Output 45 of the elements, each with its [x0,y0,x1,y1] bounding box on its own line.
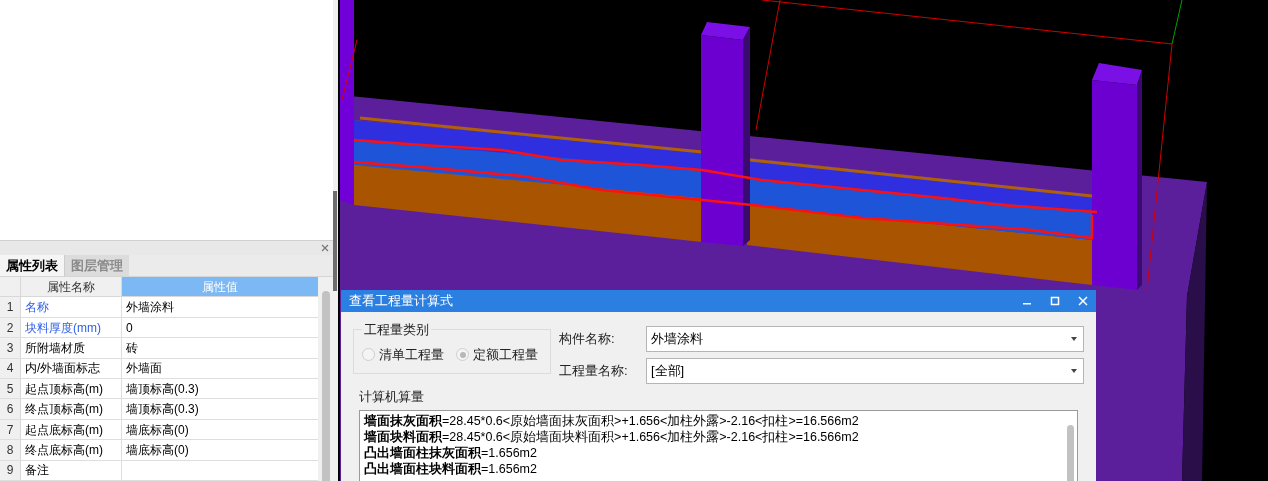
dialog-title: 查看工程量计算式 [349,292,454,310]
splitter[interactable] [333,0,338,481]
section-label: 计算机算量 [358,387,425,406]
dropdown-field[interactable]: 外墙涂料 [646,325,1084,352]
row-number: 8 [0,440,21,460]
row-number: 6 [0,399,21,419]
row-number: 3 [0,338,21,358]
property-value[interactable]: 墙底标高(0) [122,440,318,460]
row-number: 5 [0,379,21,399]
property-name: 终点底标高(m) [21,440,122,460]
row-number: 1 [0,297,21,317]
scrollbar[interactable] [318,277,333,481]
property-value[interactable]: 砖 [122,338,318,358]
property-value[interactable]: 0 [122,317,318,338]
field-label: 工程量名称: [559,361,629,380]
property-name: 起点底标高(m) [21,419,122,440]
radio-option[interactable]: 清单工程量 [362,345,444,365]
property-value[interactable]: 外墙面 [122,358,318,379]
property-value[interactable]: 墙顶标高(0.3) [122,399,318,419]
property-name: 起点顶标高(m) [21,379,122,399]
property-name: 内/外墙面标志 [21,358,122,379]
group-label: 工程量类别 [363,320,430,339]
maximize-icon[interactable] [1050,295,1060,306]
radio-option[interactable]: 定额工程量 [456,345,538,365]
dropdown-arrow-icon [1071,368,1077,373]
property-name: 所附墙材质 [21,338,122,358]
formula-line: 凸出墙面柱块料面积=1.656m2 [364,461,538,477]
property-value[interactable]: 外墙涂料 [122,297,318,317]
property-name: 名称 [21,297,122,317]
radio-button[interactable] [362,348,375,362]
close-icon[interactable] [321,244,329,252]
property-value[interactable]: 墙顶标高(0.3) [122,379,318,399]
property-name: 终点顶标高(m) [21,399,122,419]
formula-line: 墙面抹灰面积=28.45*0.6<原始墙面抹灰面积>+1.656<加柱外露>-2.16<扣柱>=16.566m2 [364,413,860,429]
property-name: 块料厚度(mm) [21,317,122,338]
dropdown-field[interactable]: [全部] [646,357,1084,384]
property-value[interactable]: 墙底标高(0) [122,419,318,440]
column-header: 属性值 [122,277,318,297]
panel-tab[interactable]: 属性列表 [0,255,65,276]
field-label: 构件名称: [559,329,616,348]
radio-button[interactable] [456,348,469,362]
formula-line: 墙面块料面积=28.45*0.6<原始墙面块料面积>+1.656<加柱外露>-2.16<扣柱>=16.566m2 [364,429,860,445]
property-name: 备注 [21,460,122,481]
dropdown-arrow-icon [1071,336,1077,341]
formula-line: 凸出墙面柱抹灰面积=1.656m2 [364,445,538,461]
